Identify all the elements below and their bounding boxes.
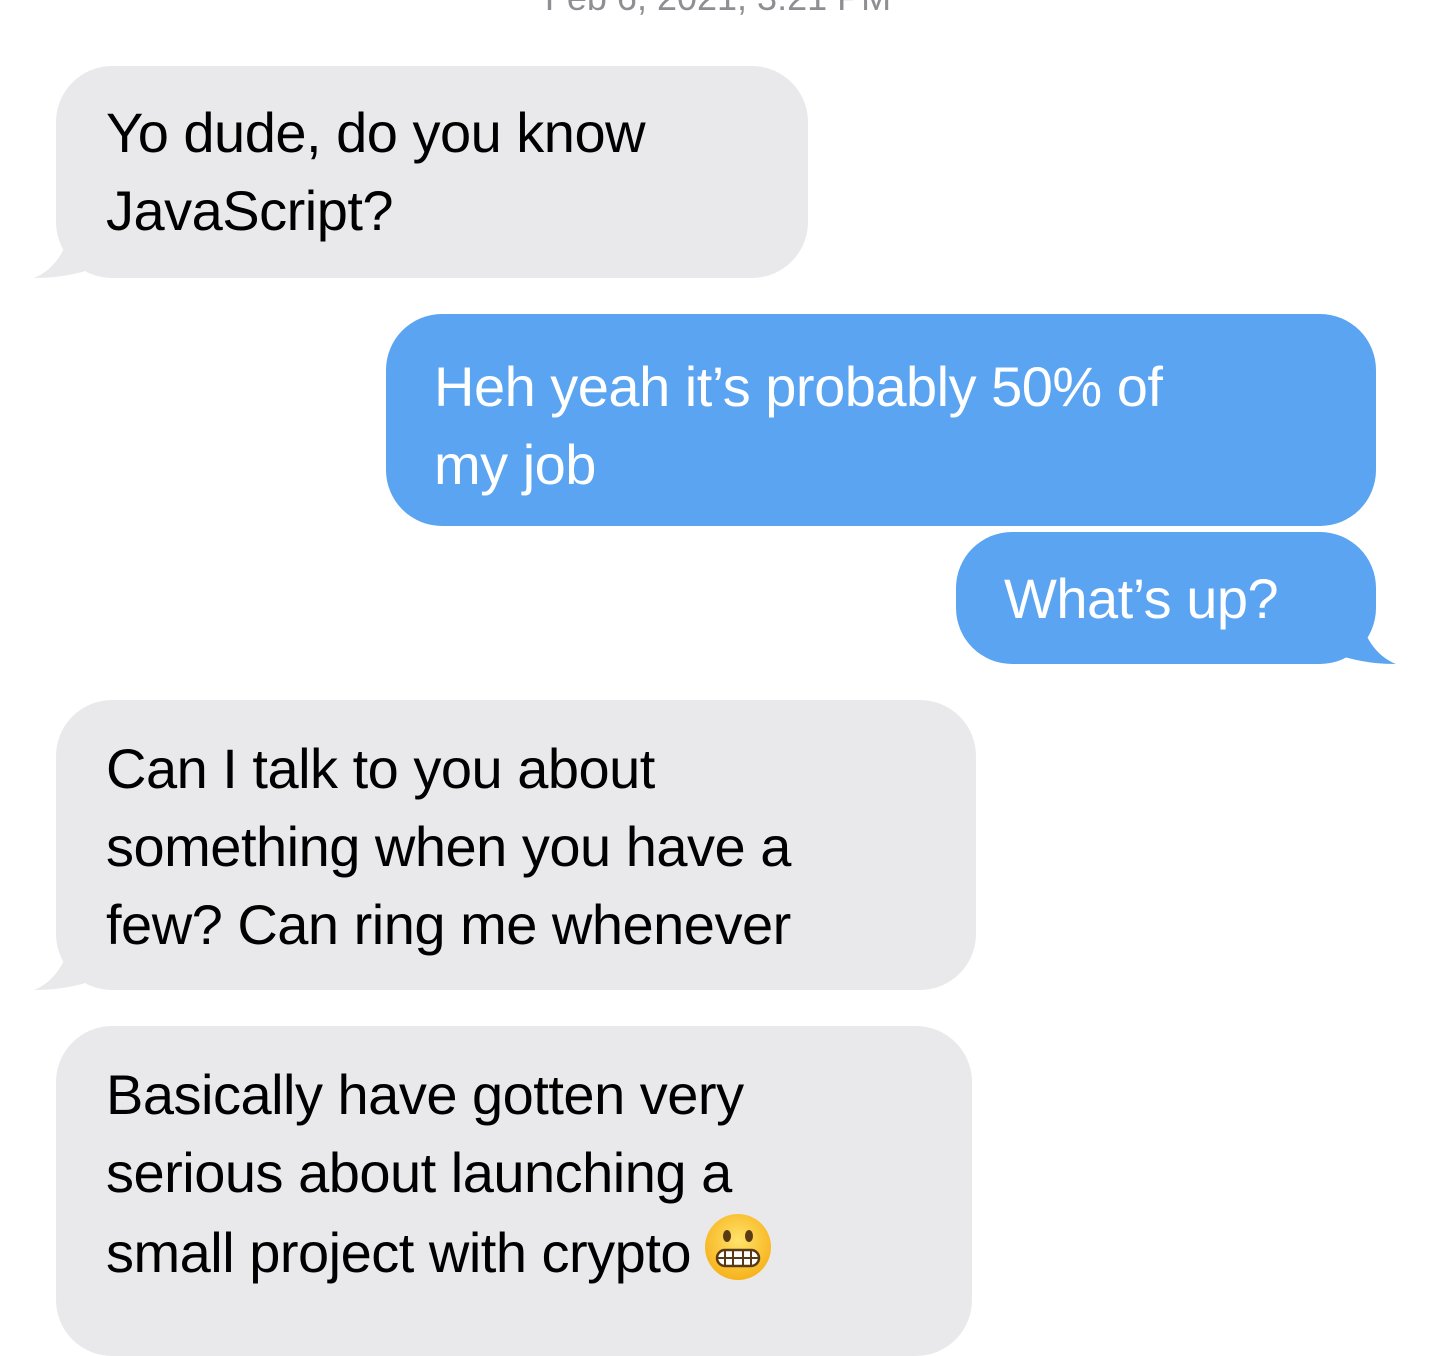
message-text-line: small project with crypto <box>106 1221 692 1284</box>
message-text-line: Heh yeah it’s probably 50% of <box>434 355 1163 418</box>
incoming-bubble-tail <box>34 208 104 278</box>
message-text-line: Yo dude, do you know <box>106 101 646 164</box>
incoming-bubble-tail <box>34 920 104 990</box>
message-text-line: few? Can ring me whenever <box>106 893 791 956</box>
message-text-line: my job <box>434 433 596 496</box>
outgoing-bubble-tail <box>1326 594 1396 664</box>
outgoing-message-bubble[interactable]: Heh yeah it’s probably 50% of my job <box>386 314 1376 526</box>
incoming-message-bubble[interactable]: Can I talk to you about something when y… <box>56 700 976 990</box>
message-text-line: JavaScript? <box>106 179 394 242</box>
incoming-message-bubble[interactable]: Basically have gotten very serious about… <box>56 1026 972 1356</box>
message-timestamp: Feb 6, 2021, 3:21 PM <box>0 0 1436 20</box>
message-text-line: Can I talk to you about <box>106 737 655 800</box>
grimacing-face-emoji <box>705 1214 772 1280</box>
message-text-line: What’s up? <box>1004 567 1279 630</box>
message-text-line: serious about launching a <box>106 1141 732 1204</box>
incoming-message-bubble[interactable]: Yo dude, do you know JavaScript? <box>56 66 808 278</box>
message-text-line: Basically have gotten very <box>106 1063 744 1126</box>
message-text-line-with-emoji: small project with crypto <box>106 1212 972 1292</box>
message-text-line: something when you have a <box>106 815 791 878</box>
outgoing-message-bubble[interactable]: What’s up? <box>956 532 1376 664</box>
